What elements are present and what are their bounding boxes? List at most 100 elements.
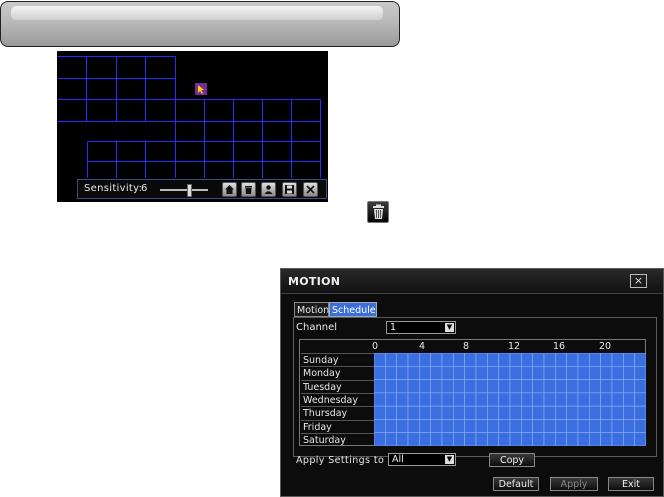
schedule-cell[interactable]	[419, 353, 431, 367]
schedule-cell[interactable]	[589, 392, 601, 407]
schedule-cell[interactable]	[543, 432, 556, 446]
schedule-cell[interactable]	[407, 353, 420, 367]
schedule-cell[interactable]	[487, 353, 499, 367]
schedule-cell[interactable]	[623, 392, 635, 407]
schedule-cell[interactable]	[396, 405, 409, 420]
schedule-cell[interactable]	[611, 419, 624, 434]
schedule-cell[interactable]	[419, 365, 431, 380]
schedule-cell[interactable]	[509, 365, 522, 380]
schedule-cell[interactable]	[487, 365, 499, 380]
schedule-cell[interactable]	[430, 353, 443, 367]
schedule-cell[interactable]	[577, 432, 590, 446]
schedule-cell[interactable]	[521, 353, 533, 367]
schedule-cell[interactable]	[600, 365, 613, 380]
schedule-cell[interactable]	[419, 379, 431, 394]
schedule-cell[interactable]	[430, 432, 443, 446]
schedule-cell[interactable]	[589, 365, 601, 380]
schedule-cell[interactable]	[509, 353, 522, 367]
schedule-cell[interactable]	[475, 419, 488, 434]
schedule-cell[interactable]	[487, 392, 499, 407]
schedule-cell[interactable]	[532, 432, 545, 446]
channel-select[interactable]: 1 ▼	[386, 321, 456, 334]
schedule-cell[interactable]	[566, 379, 579, 394]
schedule-cell[interactable]	[475, 353, 488, 367]
schedule-cell[interactable]	[589, 432, 601, 446]
schedule-cell[interactable]	[498, 379, 511, 394]
schedule-cell[interactable]	[589, 379, 601, 394]
schedule-cell[interactable]	[430, 379, 443, 394]
exit-button[interactable]: Exit	[608, 477, 654, 491]
close-button[interactable]	[303, 182, 318, 197]
schedule-cell[interactable]	[611, 379, 624, 394]
schedule-cell[interactable]	[589, 405, 601, 420]
schedule-cell[interactable]	[577, 353, 590, 367]
schedule-cell[interactable]	[407, 365, 420, 380]
sensitivity-slider[interactable]	[160, 189, 208, 191]
schedule-cell[interactable]	[623, 405, 635, 420]
schedule-cell[interactable]	[453, 365, 465, 380]
schedule-cell[interactable]	[543, 365, 556, 380]
schedule-cell[interactable]	[555, 432, 567, 446]
schedule-cell[interactable]	[611, 405, 624, 420]
sensitivity-slider-thumb[interactable]	[187, 184, 192, 197]
schedule-cell[interactable]	[600, 432, 613, 446]
schedule-cell[interactable]	[577, 379, 590, 394]
schedule-cell[interactable]	[498, 353, 511, 367]
schedule-cell[interactable]	[600, 419, 613, 434]
schedule-cell[interactable]	[407, 405, 420, 420]
schedule-cell[interactable]	[532, 419, 545, 434]
schedule-cell[interactable]	[555, 392, 567, 407]
schedule-cell[interactable]	[419, 419, 431, 434]
schedule-cell[interactable]	[464, 432, 477, 446]
schedule-cell[interactable]	[374, 392, 386, 407]
apply-button[interactable]: Apply	[550, 477, 598, 491]
schedule-cell[interactable]	[611, 353, 624, 367]
schedule-cell[interactable]	[396, 432, 409, 446]
schedule-cell[interactable]	[521, 405, 533, 420]
schedule-cell[interactable]	[385, 432, 397, 446]
schedule-cell[interactable]	[543, 392, 556, 407]
schedule-cell[interactable]	[555, 379, 567, 394]
schedule-cell[interactable]	[385, 353, 397, 367]
schedule-cell[interactable]	[566, 353, 579, 367]
schedule-cell[interactable]	[566, 365, 579, 380]
schedule-cell[interactable]	[374, 365, 386, 380]
schedule-cell[interactable]	[464, 405, 477, 420]
person-button[interactable]	[261, 182, 276, 197]
schedule-cell[interactable]	[419, 392, 431, 407]
tab-motion[interactable]: Motion	[294, 302, 329, 317]
schedule-cell[interactable]	[611, 432, 624, 446]
schedule-cell[interactable]	[577, 365, 590, 380]
schedule-cell[interactable]	[453, 405, 465, 420]
schedule-cell[interactable]	[374, 405, 386, 420]
schedule-cell[interactable]	[509, 379, 522, 394]
schedule-cell[interactable]	[464, 392, 477, 407]
schedule-cell[interactable]	[600, 405, 613, 420]
schedule-cell[interactable]	[453, 379, 465, 394]
schedule-cell[interactable]	[453, 432, 465, 446]
schedule-cell[interactable]	[555, 365, 567, 380]
schedule-cell[interactable]	[577, 405, 590, 420]
schedule-cell[interactable]	[453, 353, 465, 367]
schedule-cell[interactable]	[475, 405, 488, 420]
schedule-cell[interactable]	[475, 432, 488, 446]
schedule-cell[interactable]	[623, 379, 635, 394]
schedule-cell[interactable]	[532, 353, 545, 367]
clear-button[interactable]	[241, 182, 256, 197]
apply-to-select[interactable]: All ▼	[388, 453, 456, 466]
schedule-cell[interactable]	[453, 392, 465, 407]
schedule-cell[interactable]	[396, 353, 409, 367]
schedule-cell[interactable]	[475, 365, 488, 380]
schedule-cell[interactable]	[543, 419, 556, 434]
schedule-cell[interactable]	[487, 419, 499, 434]
schedule-cell[interactable]	[634, 392, 646, 407]
schedule-grid[interactable]: 0 4 8 12 16 20 Sunday Monday Tuesday Wednesday Th…	[299, 339, 646, 446]
schedule-cell[interactable]	[509, 432, 522, 446]
schedule-cell[interactable]	[407, 419, 420, 434]
motion-area-preview[interactable]: Sensitivity: 6	[57, 51, 328, 202]
schedule-cell[interactable]	[509, 419, 522, 434]
schedule-cell[interactable]	[566, 419, 579, 434]
schedule-cell[interactable]	[555, 419, 567, 434]
schedule-cell[interactable]	[634, 353, 646, 367]
schedule-cell[interactable]	[589, 419, 601, 434]
